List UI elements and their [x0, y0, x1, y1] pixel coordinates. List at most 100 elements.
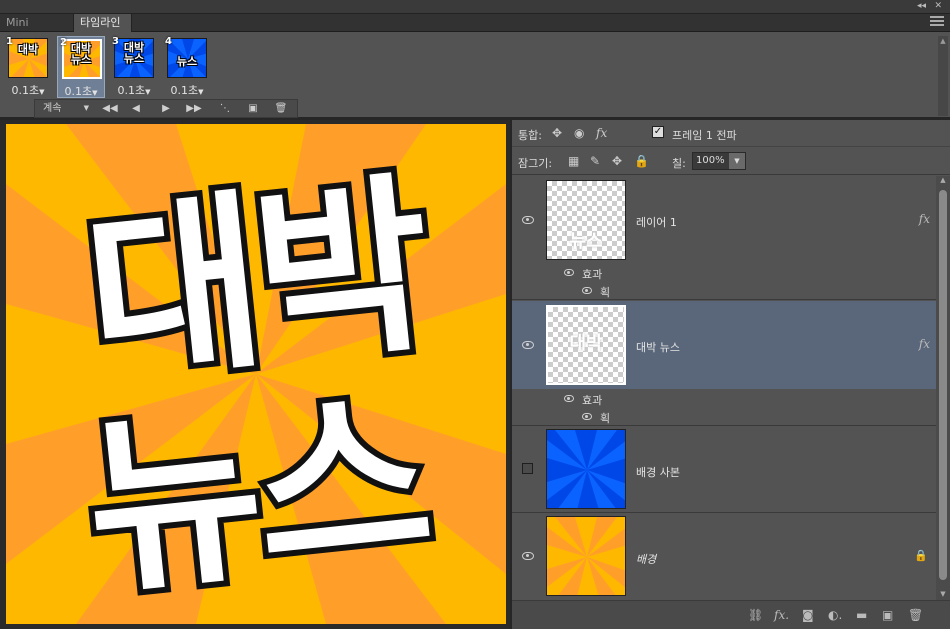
timeline-frame-4[interactable]: 4 뉴스 0.1초▼	[163, 36, 211, 98]
layer-thumbnail: 뉴스	[546, 180, 626, 260]
lock-label: 잠그기:	[518, 157, 553, 170]
link-layers-icon[interactable]: ⛓	[748, 608, 763, 622]
unify-label: 통합:	[518, 129, 542, 142]
delete-layer-icon[interactable]: 🗑	[908, 608, 923, 622]
frame-delay-value: 0.1초	[117, 84, 146, 97]
loop-select-value: 계속	[43, 103, 62, 114]
layer-thumb-text: 대박	[569, 333, 603, 354]
tab-timeline[interactable]: 타임라인	[74, 14, 132, 32]
scrollbar-thumb[interactable]	[939, 190, 947, 580]
layer-name[interactable]: 대박 뉴스	[636, 339, 680, 355]
fx-icon[interactable]: fx	[919, 212, 930, 226]
layer-thumbnail	[546, 516, 626, 596]
layer-row[interactable]: 대박 대박 뉴스 fx 효과 획	[512, 300, 936, 426]
scroll-up-icon[interactable]: ▲	[936, 176, 950, 186]
panel-tab-bar: Mini Bridge 타임라인	[0, 14, 950, 46]
layers-scrollbar[interactable]: ▲ ▼	[936, 176, 950, 600]
eye-icon[interactable]	[522, 216, 534, 224]
timeline-scrollbar[interactable]: ▲	[938, 36, 948, 116]
add-mask-icon[interactable]: ◙	[802, 608, 814, 622]
layer-main[interactable]: 배경 🔒	[512, 513, 936, 600]
layer-row[interactable]: 배경 사본	[512, 426, 936, 513]
tween-icon[interactable]: ⋱	[215, 100, 235, 117]
frame-delay-select[interactable]: 0.1초▼	[58, 83, 104, 99]
layer-name[interactable]: 레이어 1	[636, 214, 677, 230]
lock-icon: 🔒	[914, 549, 928, 562]
propagate-frame-checkbox[interactable]: ✓	[652, 126, 664, 138]
delete-frame-icon[interactable]: 🗑	[271, 100, 291, 117]
frame-delay-value: 0.1초	[11, 84, 40, 97]
frame-thumb-text: 대박 뉴스	[123, 41, 145, 65]
effect-stroke-label: 획	[600, 286, 611, 299]
chevron-down-icon[interactable]: ▼	[729, 153, 745, 169]
frame-delay-select[interactable]: 0.1초▼	[163, 82, 211, 98]
eye-icon[interactable]	[582, 413, 592, 420]
layer-thumbnail: 대박	[546, 305, 626, 385]
layer-list: 뉴스 레이어 1 fx 효과 획 대박 대박 뉴스 fx 효과 획 배경 사본 …	[512, 176, 936, 600]
unify-position-icon[interactable]: ✥	[552, 126, 562, 140]
eye-icon[interactable]	[582, 287, 592, 294]
frame-thumb-text: 대박	[17, 43, 39, 56]
lock-row: 잠그기: ▦ ✎ ✥ 🔒 칠: 100% ▼	[512, 148, 950, 175]
panel-title-strip: ◂◂ ✕	[0, 0, 950, 14]
close-icon[interactable]: ✕	[934, 1, 942, 11]
canvas-headline-line2: 뉴스	[71, 360, 442, 624]
layer-row[interactable]: 뉴스 레이어 1 fx 효과 획	[512, 176, 936, 300]
frame-number: 4	[165, 36, 172, 47]
timeline-frame-2[interactable]: 2 대박 뉴스 0.1초▼	[57, 36, 105, 98]
lock-position-icon[interactable]: ✥	[612, 154, 622, 168]
timeline-panel: 1 대박 0.1초▼ 2 대박 뉴스 0.1초▼ 3 대박 뉴스 0.1초▼ 4…	[0, 32, 950, 120]
eye-icon[interactable]	[564, 395, 574, 402]
eye-icon[interactable]	[522, 341, 534, 349]
adjustment-layer-icon[interactable]: ◐.	[828, 608, 842, 622]
chevron-down-icon: ▼	[145, 88, 151, 96]
effect-stroke-label: 획	[600, 412, 611, 425]
previous-frame-icon[interactable]: ◀	[127, 100, 145, 117]
frame-delay-value: 0.1초	[170, 84, 199, 97]
collapse-icon[interactable]: ◂◂	[917, 1, 926, 11]
fill-input[interactable]: 100% ▼	[692, 152, 746, 170]
scroll-down-icon[interactable]: ▼	[936, 590, 950, 600]
play-icon[interactable]: ▶	[157, 100, 175, 117]
panel-menu-icon[interactable]	[930, 16, 944, 28]
chevron-down-icon: ▼	[39, 88, 45, 96]
timeline-frame-1[interactable]: 1 대박 0.1초▼	[4, 36, 52, 98]
next-frame-icon[interactable]: ▶▶	[183, 100, 205, 117]
scroll-up-icon[interactable]: ▲	[938, 36, 948, 46]
duplicate-frame-icon[interactable]: ▣	[243, 100, 263, 117]
layers-panel: 통합: ✥ ◉ fx ✓ 프레임 1 전파 잠그기: ▦ ✎ ✥ 🔒 칠: 10…	[510, 120, 950, 629]
layer-row[interactable]: 배경 🔒	[512, 513, 936, 600]
visibility-toggle-off[interactable]	[522, 463, 533, 474]
document-canvas[interactable]: 대박 뉴스	[6, 124, 506, 624]
lock-image-icon[interactable]: ✎	[590, 154, 600, 168]
lock-all-icon[interactable]: 🔒	[634, 154, 649, 168]
first-frame-icon[interactable]: ◀◀	[99, 100, 121, 117]
lock-transparent-icon[interactable]: ▦	[568, 154, 579, 168]
frame-delay-select[interactable]: 0.1초▼	[4, 82, 52, 98]
unify-row: 통합: ✥ ◉ fx ✓ 프레임 1 전파	[512, 120, 950, 147]
new-group-icon[interactable]: ▬	[856, 608, 867, 622]
eye-icon[interactable]	[564, 269, 574, 276]
unify-style-icon[interactable]: fx	[596, 126, 607, 140]
layer-main[interactable]: 배경 사본	[512, 426, 936, 513]
fx-icon[interactable]: fx	[919, 337, 930, 351]
chevron-down-icon: ▼	[83, 104, 89, 112]
tab-mini-bridge[interactable]: Mini Bridge	[0, 14, 74, 46]
new-layer-icon[interactable]: ▣	[882, 608, 893, 622]
chevron-down-icon: ▼	[198, 88, 204, 96]
timeline-frame-3[interactable]: 3 대박 뉴스 0.1초▼	[110, 36, 158, 98]
layer-thumbnail	[546, 429, 626, 509]
layer-name[interactable]: 배경 사본	[636, 464, 680, 480]
document-canvas-area: 대박 뉴스	[0, 120, 510, 629]
layers-footer: ⛓ fx. ◙ ◐. ▬ ▣ 🗑	[512, 600, 950, 629]
layer-main[interactable]: 뉴스 레이어 1 fx	[512, 176, 936, 264]
frame-delay-select[interactable]: 0.1초▼	[110, 82, 158, 98]
frame-thumb-text: 뉴스	[176, 55, 198, 68]
add-style-icon[interactable]: fx.	[774, 608, 789, 622]
layer-main[interactable]: 대박 대박 뉴스 fx	[512, 301, 936, 389]
unify-visibility-icon[interactable]: ◉	[574, 126, 584, 140]
chevron-down-icon: ▼	[92, 89, 98, 97]
loop-select[interactable]: 계속 ▼	[39, 100, 93, 117]
eye-icon[interactable]	[522, 552, 534, 560]
layer-name[interactable]: 배경	[636, 551, 656, 567]
